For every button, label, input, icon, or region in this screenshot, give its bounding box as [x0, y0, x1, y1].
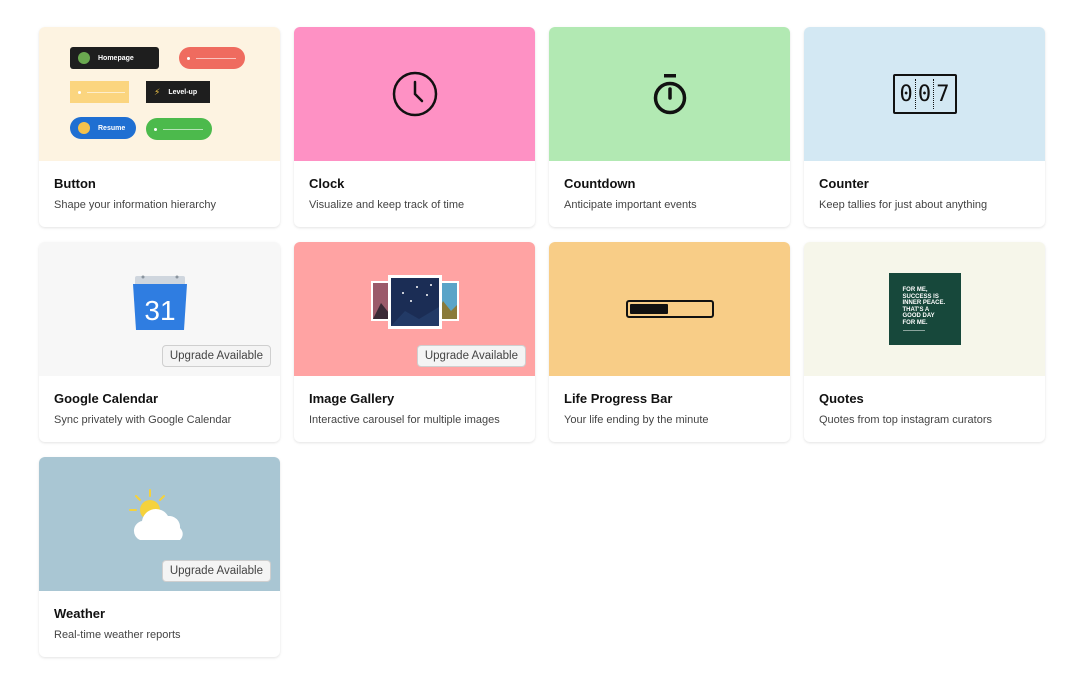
card-description: Your life ending by the minute	[564, 414, 709, 426]
card-title: Life Progress Bar	[564, 391, 673, 406]
google-calendar-icon: 31	[132, 275, 187, 330]
weather-thumbnail: Upgrade Available	[39, 457, 280, 591]
levelup-label: Level-up	[168, 88, 198, 96]
card-description: Quotes from top instagram curators	[819, 414, 993, 426]
card-title: Button	[54, 176, 96, 191]
card-title: Google Calendar	[54, 391, 159, 406]
resume-label: Resume	[98, 124, 126, 132]
widget-card-image-gallery[interactable]: Upgrade Available Image Gallery Interact…	[294, 242, 535, 442]
image-gallery-thumbnail: Upgrade Available	[294, 242, 535, 376]
stopwatch-icon	[653, 74, 686, 115]
resume-sample-button: Resume	[70, 117, 136, 139]
card-description: Interactive carousel for multiple images	[309, 414, 500, 426]
card-description: Visualize and keep track of time	[309, 199, 465, 211]
homepage-label: Homepage	[98, 54, 134, 62]
countdown-thumbnail	[549, 27, 790, 161]
homepage-sample-button: Homepage	[70, 47, 159, 69]
widget-card-weather[interactable]: Upgrade Available Weather Real-time weat…	[39, 457, 280, 657]
counter-thumbnail: 0 0 7	[804, 27, 1045, 161]
clock-thumbnail	[294, 27, 535, 161]
red-sample-button	[179, 47, 245, 69]
google-calendar-thumbnail: 31 Upgrade Available	[39, 242, 280, 376]
card-title: Image Gallery	[309, 391, 395, 406]
card-description: Anticipate important events	[564, 199, 697, 211]
counter-digit: 7	[936, 81, 950, 107]
upgrade-available-badge[interactable]: Upgrade Available	[161, 345, 271, 367]
counter-icon: 0 0 7	[892, 74, 957, 114]
card-title: Clock	[309, 176, 345, 191]
card-description: Keep tallies for just about anything	[819, 199, 988, 211]
green-sample-button	[146, 118, 212, 140]
card-title: Quotes	[819, 391, 864, 406]
card-title: Counter	[819, 176, 869, 191]
levelup-sample-button: ⚡ Level-up	[146, 81, 210, 103]
card-description: Shape your information hierarchy	[54, 199, 217, 211]
counter-digit: 0	[917, 81, 932, 107]
widget-card-countdown[interactable]: Countdown Anticipate important events	[549, 27, 790, 227]
card-description: Sync privately with Google Calendar	[54, 414, 232, 426]
lightning-icon: ⚡	[154, 86, 161, 97]
life-progress-thumbnail	[549, 242, 790, 376]
widget-card-google-calendar[interactable]: 31 Upgrade Available Google Calendar Syn…	[39, 242, 280, 442]
progress-bar-icon	[625, 300, 714, 318]
widget-card-counter[interactable]: 0 0 7 Counter Keep tallies for just abou…	[804, 27, 1045, 227]
widget-grid: Homepage ⚡ Level-up Resume Button Shape …	[39, 27, 1045, 657]
button-thumbnail: Homepage ⚡ Level-up Resume	[39, 27, 280, 161]
clock-icon	[392, 71, 437, 117]
yellow-sample-button	[70, 81, 129, 103]
widget-card-button[interactable]: Homepage ⚡ Level-up Resume Button Shape …	[39, 27, 280, 227]
upgrade-available-badge[interactable]: Upgrade Available	[161, 560, 271, 582]
widget-card-life-progress-bar[interactable]: Life Progress Bar Your life ending by th…	[549, 242, 790, 442]
hand-icon	[78, 122, 90, 134]
progress-bar-fill	[629, 304, 668, 314]
upgrade-available-badge[interactable]: Upgrade Available	[416, 345, 526, 367]
quote-author-line	[902, 330, 925, 331]
calendar-day: 31	[144, 295, 175, 326]
globe-icon	[78, 52, 90, 64]
quote-preview: FOR ME, SUCCESS IS INNER PEACE. THAT'S A…	[888, 273, 961, 345]
counter-digit: 0	[899, 81, 913, 107]
sun-cloud-icon	[128, 489, 183, 540]
widget-card-quotes[interactable]: FOR ME, SUCCESS IS INNER PEACE. THAT'S A…	[804, 242, 1045, 442]
widget-card-clock[interactable]: Clock Visualize and keep track of time	[294, 27, 535, 227]
card-description: Real-time weather reports	[54, 629, 181, 641]
card-title: Weather	[54, 606, 106, 621]
card-title: Countdown	[564, 176, 636, 191]
image-gallery-icon	[370, 275, 459, 329]
quotes-thumbnail: FOR ME, SUCCESS IS INNER PEACE. THAT'S A…	[804, 242, 1045, 376]
